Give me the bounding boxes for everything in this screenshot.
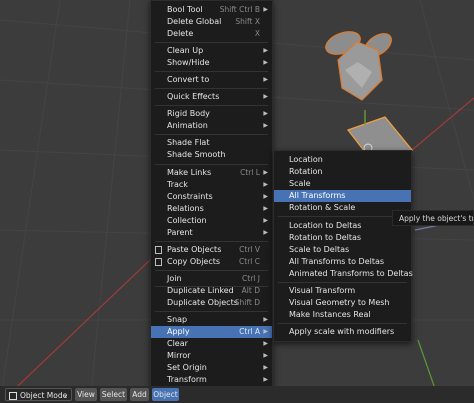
menu-item-collection[interactable]: Collection ▶ <box>151 215 272 227</box>
view-menu-button[interactable]: View <box>75 388 97 401</box>
submenu-arrow-icon: ▶ <box>263 316 268 323</box>
apply-rotation-to-deltas[interactable]: Rotation to Deltas <box>274 232 411 244</box>
apply-rotation[interactable]: Rotation <box>274 166 411 178</box>
menu-item-parent[interactable]: Parent ▶ <box>151 227 272 239</box>
submenu-arrow-icon: ▶ <box>263 76 268 83</box>
menu-separator <box>155 164 268 165</box>
copy-icon <box>155 258 162 266</box>
menu-item-shade-smooth[interactable]: Shade Smooth <box>151 149 272 161</box>
menu-separator <box>278 216 407 217</box>
apply-rotation-and-scale[interactable]: Rotation & Scale <box>274 202 411 214</box>
submenu-arrow-icon: ▶ <box>263 110 268 117</box>
apply-submenu: Location Rotation Scale All Transforms R… <box>273 150 413 342</box>
apply-location[interactable]: Location <box>274 154 411 166</box>
object-menu-button[interactable]: Object <box>152 388 179 401</box>
menu-item-duplicate-objects[interactable]: Duplicate Objects Shift D <box>151 297 272 309</box>
menu-separator <box>155 134 268 135</box>
menu-item-shade-flat[interactable]: Shade Flat <box>151 137 272 149</box>
menu-item-clean-up[interactable]: Clean Up ▶ <box>151 45 272 57</box>
menu-item-duplicate-linked[interactable]: Duplicate Linked Alt D <box>151 285 272 297</box>
submenu-arrow-icon: ▶ <box>263 217 268 224</box>
menu-separator <box>155 241 268 242</box>
menu-item-bool-tool[interactable]: Bool Tool Shift Ctrl B ▶ <box>151 4 272 16</box>
suzanne-object <box>325 31 392 101</box>
submenu-arrow-icon: ▶ <box>263 93 268 100</box>
apply-make-instances-real[interactable]: Make Instances Real <box>274 309 411 321</box>
apply-scale-to-deltas[interactable]: Scale to Deltas <box>274 244 411 256</box>
submenu-arrow-icon: ▶ <box>263 376 268 383</box>
menu-separator <box>155 270 268 271</box>
menu-separator <box>278 323 407 324</box>
submenu-arrow-icon: ▶ <box>263 352 268 359</box>
menu-separator <box>155 105 268 106</box>
object-mode-icon <box>9 392 17 400</box>
menu-item-paste-objects[interactable]: Paste Objects Ctrl V <box>151 244 272 256</box>
submenu-arrow-icon: ▶ <box>263 328 268 335</box>
select-menu-button[interactable]: Select <box>100 388 127 401</box>
menu-item-copy-objects[interactable]: Copy Objects Ctrl C <box>151 256 272 268</box>
menu-item-transform[interactable]: Transform ▶ <box>151 374 272 386</box>
apply-scale-with-modifiers[interactable]: Apply scale with modifiers <box>274 326 411 338</box>
menu-item-constraints[interactable]: Constraints ▶ <box>151 191 272 203</box>
menu-item-animation[interactable]: Animation ▶ <box>151 120 272 132</box>
menu-separator <box>155 311 268 312</box>
apply-scale[interactable]: Scale <box>274 178 411 190</box>
menu-item-snap[interactable]: Snap ▶ <box>151 314 272 326</box>
submenu-arrow-icon: ▶ <box>263 364 268 371</box>
menu-item-join[interactable]: Join Ctrl J <box>151 273 272 285</box>
menu-item-apply[interactable]: Apply Ctrl A ▶ <box>151 326 272 338</box>
menu-item-delete-global[interactable]: Delete Global Shift X <box>151 16 272 28</box>
submenu-arrow-icon: ▶ <box>263 193 268 200</box>
apply-location-to-deltas[interactable]: Location to Deltas <box>274 220 411 232</box>
object-mode-dropdown[interactable]: Object Mode ⌄ <box>5 388 72 401</box>
menu-item-convert-to[interactable]: Convert to ▶ <box>151 74 272 86</box>
apply-all-transforms[interactable]: All Transforms <box>274 190 411 202</box>
menu-separator <box>155 42 268 43</box>
submenu-arrow-icon: ▶ <box>263 229 268 236</box>
menu-item-clear[interactable]: Clear ▶ <box>151 338 272 350</box>
paste-icon <box>155 246 162 254</box>
apply-visual-transform[interactable]: Visual Transform <box>274 285 411 297</box>
x-axis-line <box>0 259 151 403</box>
chevron-down-icon: ⌄ <box>62 392 68 399</box>
apply-animated-transforms-to-deltas[interactable]: Animated Transforms to Deltas <box>274 268 413 280</box>
submenu-arrow-icon: ▶ <box>263 59 268 66</box>
add-menu-button[interactable]: Add <box>130 388 149 401</box>
apply-visual-geometry-to-mesh[interactable]: Visual Geometry to Mesh <box>274 297 411 309</box>
menu-separator <box>278 282 407 283</box>
menu-separator <box>155 88 268 89</box>
submenu-arrow-icon: ▶ <box>263 169 268 176</box>
object-mode-label: Object Mode <box>20 391 68 400</box>
submenu-arrow-icon: ▶ <box>263 122 268 129</box>
menu-separator <box>155 71 268 72</box>
object-context-menu: Bool Tool Shift Ctrl B ▶ Delete Global S… <box>150 0 273 388</box>
menu-item-quick-effects[interactable]: Quick Effects ▶ <box>151 91 272 103</box>
menu-item-relations[interactable]: Relations ▶ <box>151 203 272 215</box>
menu-item-make-links[interactable]: Make Links Ctrl L ▶ <box>151 167 272 179</box>
menu-item-track[interactable]: Track ▶ <box>151 179 272 191</box>
submenu-arrow-icon: ▶ <box>263 6 268 13</box>
menu-item-show-hide[interactable]: Show/Hide ▶ <box>151 57 272 69</box>
submenu-arrow-icon: ▶ <box>263 47 268 54</box>
apply-all-transforms-to-deltas[interactable]: All Transforms to Deltas <box>274 256 411 268</box>
menu-item-mirror[interactable]: Mirror ▶ <box>151 350 272 362</box>
submenu-arrow-icon: ▶ <box>263 181 268 188</box>
menu-item-set-origin[interactable]: Set Origin ▶ <box>151 362 272 374</box>
tooltip: Apply the object's trans <box>392 210 474 226</box>
submenu-arrow-icon: ▶ <box>263 340 268 347</box>
menu-item-rigid-body[interactable]: Rigid Body ▶ <box>151 108 272 120</box>
menu-item-delete[interactable]: Delete X <box>151 28 272 40</box>
submenu-arrow-icon: ▶ <box>263 205 268 212</box>
